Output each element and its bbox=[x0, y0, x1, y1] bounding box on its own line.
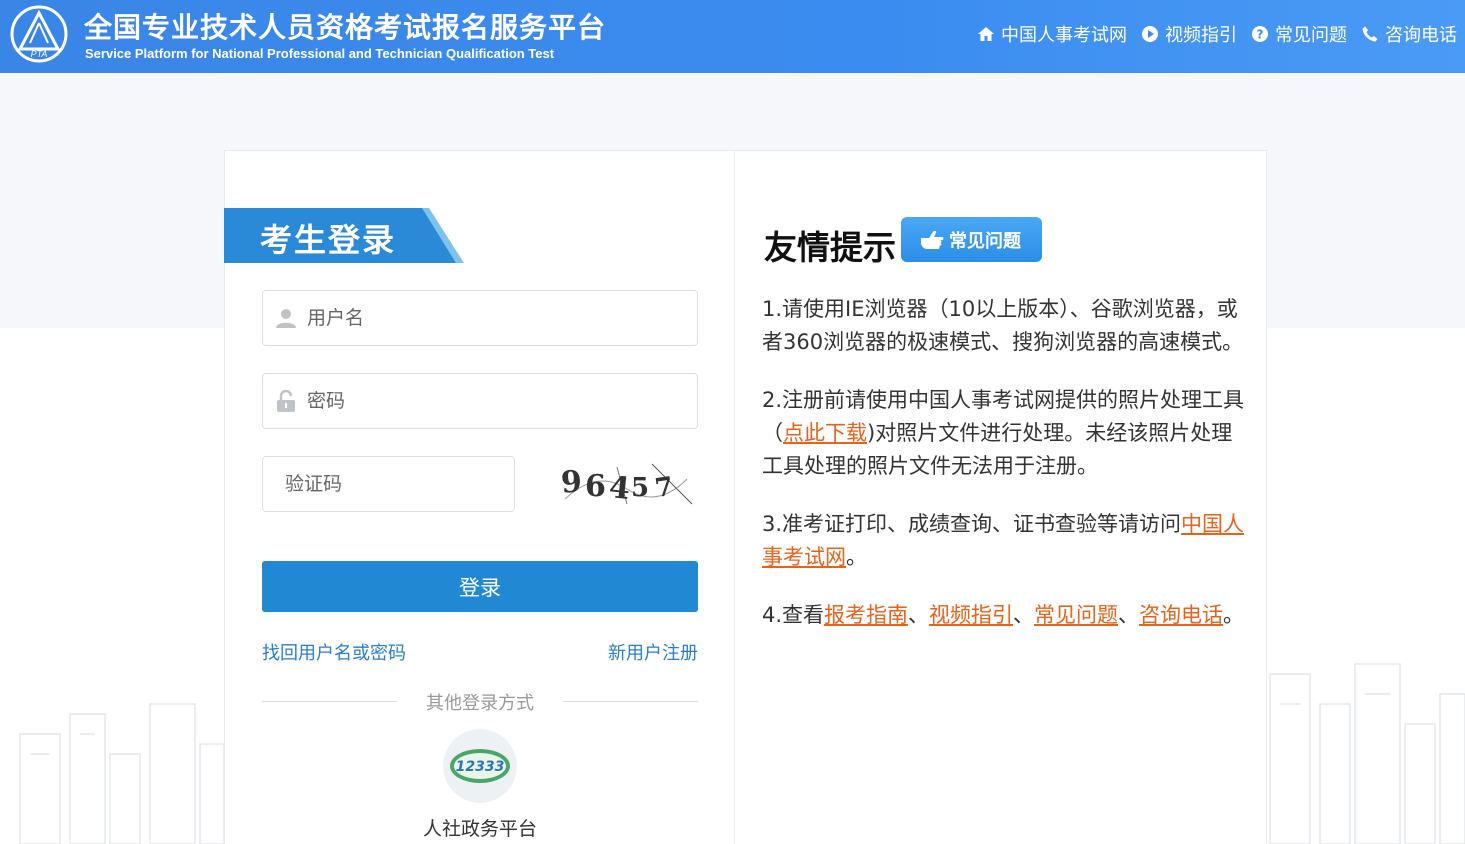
password-field bbox=[262, 373, 698, 429]
login-card: 考生登录 9 6 4 5 7 登录 找回用户名或密码 bbox=[224, 150, 1267, 844]
user-icon bbox=[276, 309, 296, 328]
lock-icon bbox=[277, 390, 295, 412]
play-icon bbox=[1142, 26, 1158, 42]
nav-label: 咨询电话 bbox=[1385, 25, 1457, 46]
home-icon bbox=[978, 27, 994, 41]
tip-text: 1.请使用IE浏览器（10以上版本）、谷歌浏览器，或者360浏览器的极速模式、搜… bbox=[762, 297, 1244, 354]
tip-item: 1.请使用IE浏览器（10以上版本）、谷歌浏览器，或者360浏览器的极速模式、搜… bbox=[762, 293, 1250, 359]
username-field bbox=[262, 290, 698, 346]
tip-item: 2.注册前请使用中国人事考试网提供的照片处理工具（点此下载)对照片文件进行处理。… bbox=[762, 384, 1250, 483]
other-login-label: 其他登录方式 bbox=[426, 693, 534, 714]
hrss-12333-logo-icon: 12333 bbox=[450, 749, 510, 783]
faq-badge-label: 常见问题 bbox=[949, 230, 1021, 252]
site-subtitle: Service Platform for National Profession… bbox=[85, 46, 555, 61]
tip-text: 4.查看 bbox=[762, 603, 825, 627]
tips-pane: 友情提示 常见问题 1.请使用IE浏览器（10以上版本）、谷歌浏览器，或者360… bbox=[736, 151, 1267, 844]
faq-badge-button[interactable]: 常见问题 bbox=[901, 217, 1042, 262]
question-icon: ? bbox=[1252, 26, 1268, 42]
tip-sep: 、 bbox=[908, 603, 930, 627]
divider-line bbox=[563, 701, 698, 702]
captcha-input[interactable] bbox=[285, 457, 528, 511]
password-input[interactable] bbox=[307, 374, 697, 428]
exam-guide-link[interactable]: 报考指南 bbox=[824, 603, 908, 627]
nav-link-faq[interactable]: ? 常见问题 bbox=[1251, 21, 1347, 47]
nav-link-phone[interactable]: 咨询电话 bbox=[1361, 21, 1457, 47]
username-input[interactable] bbox=[307, 291, 697, 345]
faq-link[interactable]: 常见问题 bbox=[1034, 603, 1118, 627]
captcha-field bbox=[262, 456, 528, 512]
tip-text: 。 bbox=[846, 545, 867, 569]
tips-list: 1.请使用IE浏览器（10以上版本）、谷歌浏览器，或者360浏览器的极速模式、搜… bbox=[762, 293, 1250, 657]
captcha-char: 4 bbox=[607, 470, 632, 507]
login-tab-header: 考生登录 bbox=[224, 208, 464, 263]
photo-tool-download-link[interactable]: 点此下载 bbox=[783, 421, 867, 445]
top-nav: 中国人事考试网 视频指引 ? 常见问题 咨询电话 bbox=[963, 20, 1457, 48]
video-guide-link[interactable]: 视频指引 bbox=[929, 603, 1013, 627]
tip-text: 。 bbox=[1223, 603, 1245, 627]
captcha-char: 5 bbox=[631, 473, 650, 503]
nav-link-video-guide[interactable]: 视频指引 bbox=[1141, 21, 1237, 47]
pointing-hand-icon bbox=[921, 230, 944, 249]
tips-title: 友情提示 bbox=[764, 228, 896, 267]
svg-text:12333: 12333 bbox=[456, 759, 505, 775]
hrss-login-label: 人社政务平台 bbox=[422, 818, 537, 840]
captcha-image[interactable]: 9 6 4 5 7 bbox=[557, 459, 697, 509]
tip-item: 4.查看报考指南、视频指引、常见问题、咨询电话。 bbox=[762, 599, 1250, 632]
login-pane: 考生登录 9 6 4 5 7 登录 找回用户名或密码 bbox=[224, 151, 735, 844]
top-header: PTA 全国专业技术人员资格考试报名服务平台 Service Platform … bbox=[0, 0, 1465, 73]
phone-icon bbox=[1362, 26, 1378, 42]
svg-text:?: ? bbox=[1257, 28, 1264, 42]
captcha-char: 9 bbox=[559, 464, 584, 501]
other-login-divider: 其他登录方式 bbox=[262, 689, 698, 714]
svg-text:PTA: PTA bbox=[31, 49, 48, 59]
hrss-login-button[interactable]: 12333 bbox=[443, 729, 517, 803]
tip-text: 3.准考证打印、成绩查询、证书查验等请访问 bbox=[762, 512, 1182, 536]
captcha-char: 6 bbox=[585, 469, 606, 504]
login-tab-title: 考生登录 bbox=[260, 221, 397, 259]
nav-label: 视频指引 bbox=[1165, 25, 1237, 46]
hotline-link[interactable]: 咨询电话 bbox=[1139, 603, 1223, 627]
register-link[interactable]: 新用户注册 bbox=[608, 639, 698, 665]
pta-logo-icon: PTA bbox=[10, 5, 68, 63]
tip-sep: 、 bbox=[1013, 603, 1035, 627]
tip-sep: 、 bbox=[1118, 603, 1140, 627]
nav-link-cpta[interactable]: 中国人事考试网 bbox=[977, 21, 1127, 47]
login-button[interactable]: 登录 bbox=[262, 561, 698, 612]
nav-label: 中国人事考试网 bbox=[1001, 25, 1127, 46]
tip-item: 3.准考证打印、成绩查询、证书查验等请访问中国人事考试网。 bbox=[762, 508, 1250, 574]
forgot-credentials-link[interactable]: 找回用户名或密码 bbox=[262, 639, 406, 665]
nav-label: 常见问题 bbox=[1275, 25, 1347, 46]
site-title: 全国专业技术人员资格考试报名服务平台 bbox=[84, 11, 607, 44]
